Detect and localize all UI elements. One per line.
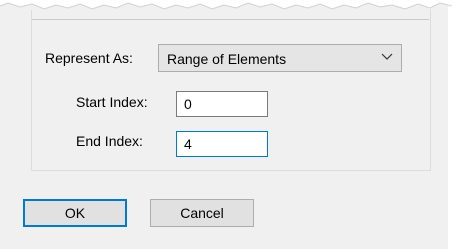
dialog: Represent As: Range of Elements Start In… <box>0 0 452 249</box>
cancel-button[interactable]: Cancel <box>150 199 254 227</box>
start-index-value: 0 <box>184 96 192 112</box>
end-index-value: 4 <box>184 136 192 152</box>
end-index-field[interactable]: 4 <box>176 131 268 157</box>
represent-as-selected-value: Range of Elements <box>167 51 287 67</box>
end-index-label: End Index: <box>76 133 143 149</box>
ok-button[interactable]: OK <box>23 199 127 227</box>
represent-as-label: Represent As: <box>45 50 133 66</box>
chevron-down-icon <box>381 53 393 60</box>
represent-as-dropdown[interactable]: Range of Elements <box>158 44 402 72</box>
start-index-label: Start Index: <box>76 94 148 110</box>
start-index-field[interactable]: 0 <box>176 91 268 117</box>
